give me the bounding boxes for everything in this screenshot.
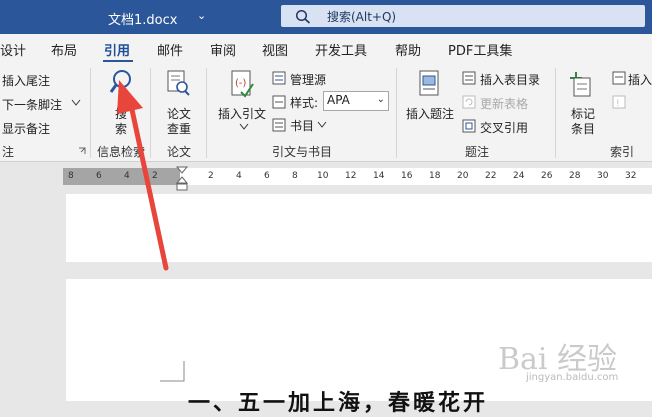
ruler-number: 16 [401, 171, 413, 181]
group-label-citations: 引文与书目 [272, 145, 333, 159]
insert-endnote-button[interactable]: 插入尾注 [2, 72, 50, 89]
group-label-index: 索引 [610, 145, 635, 159]
ruler-number: 20 [457, 171, 469, 181]
bibliography-icon [272, 118, 286, 132]
research-search-icon [109, 70, 131, 93]
cross-reference-icon [462, 119, 476, 133]
tab-help[interactable]: 帮助 [395, 40, 421, 59]
show-notes-button[interactable]: 显示备注 [2, 120, 50, 137]
group-label-footnotes: 注 [2, 145, 15, 159]
document-heading[interactable]: 一、五一加上海，春暖花开 [188, 385, 488, 417]
tab-design[interactable]: 设计 [0, 40, 26, 59]
style-icon [272, 95, 286, 109]
tab-pdf-tools[interactable]: PDF工具集 [448, 40, 512, 59]
ruler-number: 2 [152, 171, 158, 181]
ruler-number: 26 [541, 171, 553, 181]
insert-citation-button[interactable]: 插入引文 [218, 105, 266, 122]
ruler-number: 30 [597, 171, 609, 181]
ruler-number: 8 [292, 171, 298, 181]
ruler-margin [63, 168, 180, 185]
ruler-number: 24 [513, 171, 525, 181]
ruler-number: 32 [625, 171, 637, 181]
tab-view[interactable]: 视图 [262, 40, 288, 59]
update-table-button[interactable]: 更新表格 [480, 95, 528, 112]
insert-caption-button[interactable]: 插入题注 [406, 105, 454, 122]
mark-entry-icon [570, 72, 591, 97]
ruler-number: 4 [236, 171, 242, 181]
tab-layout[interactable]: 布局 [51, 40, 77, 59]
search-button-line2[interactable]: 索 [115, 120, 127, 137]
ruler-number: 6 [96, 171, 102, 181]
document-title[interactable]: 文档1.docx [108, 9, 177, 28]
ruler-number: 22 [485, 171, 497, 181]
group-label-research: 信息检索 [97, 145, 146, 159]
insert-index-icon [612, 71, 626, 85]
tab-review[interactable]: 审阅 [210, 40, 236, 59]
paper-check-button-line2[interactable]: 查重 [167, 120, 191, 137]
citation-style-dropdown[interactable]: APA ⌄ [323, 91, 389, 111]
tab-references[interactable]: 引用 [104, 40, 130, 59]
chevron-down-icon[interactable] [71, 99, 81, 106]
insert-index-button[interactable]: 插入 [628, 71, 652, 88]
bibliography-button[interactable]: 书目 [290, 117, 314, 134]
next-footnote-button[interactable]: 下一条脚注 [2, 96, 62, 113]
ruler-number: 12 [345, 171, 357, 181]
mark-entry-button-line2[interactable]: 条目 [571, 120, 595, 137]
style-label: 样式: [290, 96, 319, 110]
chevron-down-icon: ⌄ [376, 94, 385, 105]
insert-caption-icon [419, 70, 439, 96]
group-separator [555, 68, 556, 158]
tab-developer[interactable]: 开发工具 [315, 40, 367, 59]
manage-sources-icon [272, 71, 286, 85]
ruler-number: 8 [68, 171, 74, 181]
title-bar: 文档1.docx ⌄ 搜索(Alt+Q) [0, 0, 652, 34]
ribbon-tabs: 设计 布局 引用 邮件 审阅 视图 开发工具 帮助 PDF工具集 [0, 34, 652, 62]
ruler-number: 18 [429, 171, 441, 181]
document-page[interactable] [66, 194, 652, 262]
group-label-captions: 题注 [465, 145, 490, 159]
ribbon: 插入尾注 下一条脚注 显示备注 注 搜 索 信息检索 论文 查重 论文 (-) … [0, 62, 652, 162]
chevron-down-icon[interactable] [239, 123, 249, 130]
chevron-down-icon[interactable] [317, 121, 327, 128]
search-placeholder: 搜索(Alt+Q) [327, 10, 397, 24]
ruler-number: 14 [373, 171, 385, 181]
svg-text:!: ! [616, 99, 620, 109]
chevron-down-icon[interactable]: ⌄ [197, 9, 206, 22]
indent-marker-icon[interactable] [175, 166, 189, 192]
margin-corner-mark [160, 361, 185, 382]
group-separator [150, 68, 151, 158]
search-input[interactable]: 搜索(Alt+Q) [281, 5, 645, 27]
paper-check-icon [167, 70, 190, 96]
dialog-launcher-icon[interactable] [78, 147, 86, 155]
ruler-number: 4 [124, 171, 130, 181]
ruler-number: 2 [208, 171, 214, 181]
group-label-paper: 论文 [167, 145, 192, 159]
search-icon [295, 9, 311, 24]
group-separator [396, 68, 397, 158]
update-index-icon: ! [612, 95, 626, 109]
watermark-url: jingyan.baidu.com [526, 372, 619, 383]
ruler-number: 10 [317, 171, 329, 181]
cross-reference-button[interactable]: 交叉引用 [480, 119, 528, 136]
tab-mailings[interactable]: 邮件 [157, 40, 183, 59]
group-separator [90, 68, 91, 158]
group-separator [206, 68, 207, 158]
insert-citation-icon: (-) [231, 70, 254, 98]
ruler-number: 6 [264, 171, 270, 181]
citation-style-value: APA [327, 93, 350, 107]
table-of-figures-icon [462, 71, 476, 85]
insert-table-of-figures-button[interactable]: 插入表目录 [480, 71, 540, 88]
ruler-number: 28 [569, 171, 581, 181]
svg-text:(-): (-) [235, 78, 247, 89]
update-table-icon [462, 95, 476, 109]
manage-sources-button[interactable]: 管理源 [290, 71, 326, 88]
